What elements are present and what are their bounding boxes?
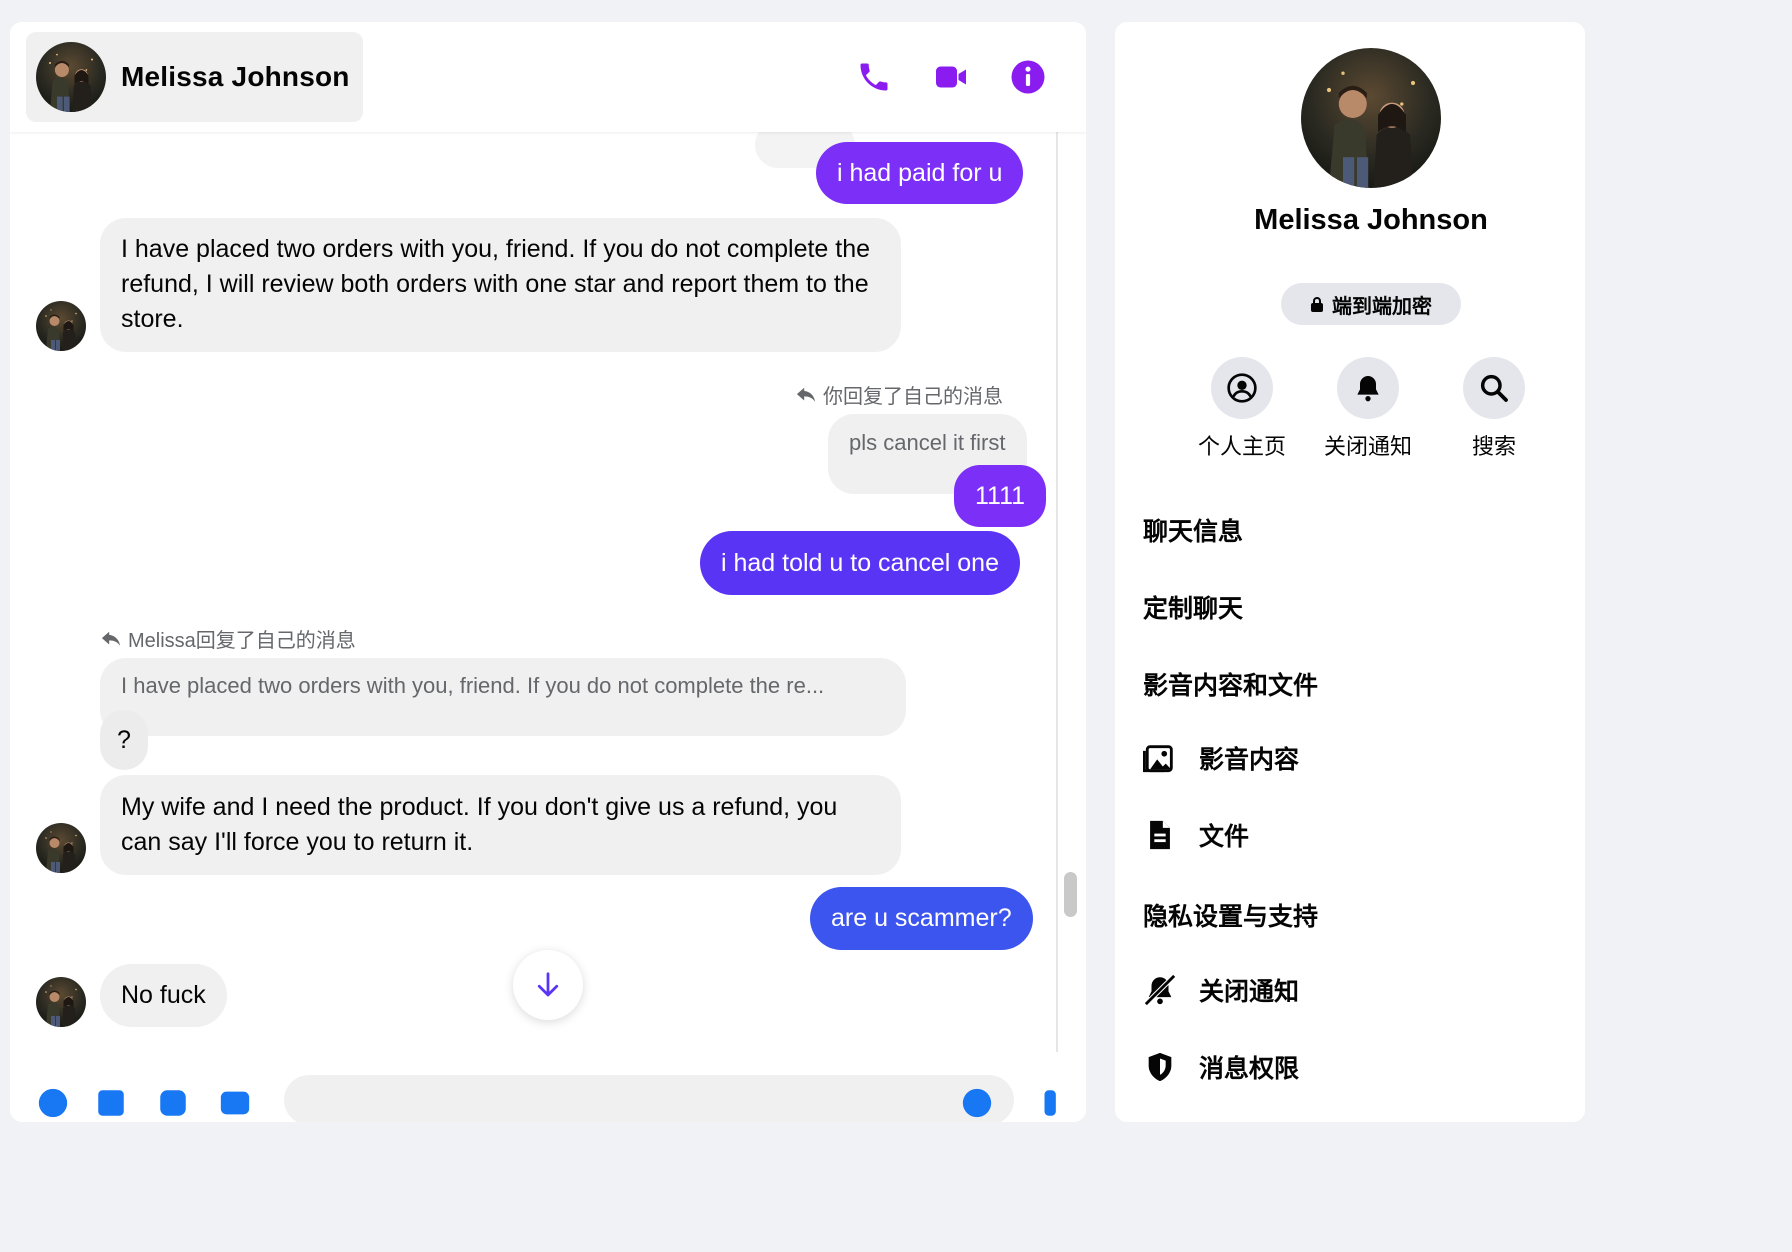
section-chat-info[interactable]: 聊天信息 bbox=[1143, 512, 1243, 548]
sender-avatar[interactable] bbox=[36, 301, 86, 351]
info-icon bbox=[1011, 60, 1045, 94]
like-icon[interactable] bbox=[1036, 1086, 1070, 1120]
section-customize-chat[interactable]: 定制聊天 bbox=[1143, 589, 1243, 625]
conversation-info-panel: Melissa Johnson 端到端加密 个人主页 关闭通知 搜索 聊天信息 … bbox=[1115, 22, 1585, 1122]
file-icon bbox=[1150, 820, 1170, 850]
scroll-to-bottom-button[interactable] bbox=[513, 950, 583, 1020]
video-icon bbox=[936, 66, 966, 88]
sticker-icon[interactable] bbox=[156, 1086, 190, 1120]
message-received[interactable]: ? bbox=[100, 710, 148, 770]
reply-arrow-icon bbox=[101, 631, 121, 646]
message-sent[interactable]: are u scammer? bbox=[810, 887, 1033, 950]
bell-icon bbox=[1357, 376, 1379, 402]
files-label: 文件 bbox=[1199, 823, 1250, 851]
chat-panel: Melissa Johnson i had paid for u I have … bbox=[10, 22, 1086, 1122]
message-received[interactable]: My wife and I need the product. If you d… bbox=[100, 775, 901, 875]
mute-label: 关闭通知 bbox=[1199, 978, 1300, 1006]
profile-avatar[interactable] bbox=[1301, 48, 1441, 188]
message-sent[interactable]: 1111 bbox=[954, 465, 1047, 527]
contact-name: Melissa Johnson bbox=[121, 61, 350, 92]
action-label: 关闭通知 bbox=[1323, 434, 1412, 459]
profile-name: Melissa Johnson bbox=[1254, 204, 1488, 236]
video-call-button[interactable] bbox=[932, 58, 970, 96]
reply-indicator: Melissa回复了自己的消息 bbox=[100, 624, 356, 653]
mute-notifications-item[interactable]: 关闭通知 bbox=[1143, 972, 1299, 1008]
media-label: 影音内容 bbox=[1199, 746, 1300, 774]
media-item[interactable]: 影音内容 bbox=[1143, 740, 1299, 776]
profile-action[interactable]: 个人主页 bbox=[1192, 357, 1292, 461]
reply-arrow-icon bbox=[796, 387, 816, 402]
conversation-info-button[interactable] bbox=[1009, 58, 1047, 96]
section-media-files[interactable]: 影音内容和文件 bbox=[1143, 666, 1318, 702]
phone-icon bbox=[860, 63, 888, 91]
reply-label-text: 你回复了自己的消息 bbox=[823, 386, 1003, 408]
message-sent[interactable]: i had paid for u bbox=[816, 142, 1024, 204]
profile-icon bbox=[1227, 373, 1257, 403]
scroll-thumb[interactable] bbox=[1064, 872, 1077, 917]
lock-icon bbox=[1311, 297, 1323, 312]
scroll-track bbox=[1056, 132, 1058, 1052]
action-label: 搜索 bbox=[1471, 434, 1516, 459]
reply-label-text: Melissa回复了自己的消息 bbox=[128, 630, 356, 652]
message-received[interactable]: I have placed two orders with you, frien… bbox=[100, 218, 901, 352]
contact-header-button[interactable]: Melissa Johnson bbox=[26, 32, 363, 122]
plus-icon[interactable] bbox=[36, 1086, 70, 1120]
photo-icon bbox=[1143, 745, 1173, 773]
shield-icon bbox=[1148, 1052, 1172, 1082]
reply-indicator: 你回复了自己的消息 bbox=[795, 380, 1003, 409]
emoji-icon[interactable] bbox=[960, 1086, 994, 1120]
search-icon bbox=[1480, 374, 1508, 402]
sender-avatar[interactable] bbox=[36, 977, 86, 1027]
section-privacy-support[interactable]: 隐私设置与支持 bbox=[1143, 897, 1318, 933]
gif-icon[interactable] bbox=[218, 1086, 252, 1120]
encryption-label: 端到端加密 bbox=[1332, 295, 1432, 318]
quoted-message[interactable]: I have placed two orders with you, frien… bbox=[100, 658, 906, 736]
encryption-badge[interactable]: 端到端加密 bbox=[1281, 283, 1461, 325]
message-input[interactable] bbox=[284, 1075, 1014, 1122]
sender-avatar[interactable] bbox=[36, 823, 86, 873]
message-sent[interactable]: i had told u to cancel one bbox=[700, 531, 1020, 595]
message-received[interactable]: No fuck bbox=[100, 964, 227, 1027]
action-label: 个人主页 bbox=[1197, 434, 1286, 459]
permissions-label: 消息权限 bbox=[1199, 1055, 1300, 1083]
mute-action[interactable]: 关闭通知 bbox=[1318, 357, 1418, 461]
message-permissions-item[interactable]: 消息权限 bbox=[1143, 1049, 1299, 1085]
phone-call-button[interactable] bbox=[855, 58, 893, 96]
arrow-down-icon bbox=[537, 972, 559, 997]
bell-off-icon bbox=[1144, 974, 1176, 1006]
chat-header: Melissa Johnson bbox=[10, 22, 1086, 132]
contact-avatar[interactable] bbox=[36, 42, 106, 112]
search-action[interactable]: 搜索 bbox=[1444, 357, 1544, 461]
files-item[interactable]: 文件 bbox=[1143, 817, 1249, 853]
image-icon[interactable] bbox=[94, 1086, 128, 1120]
